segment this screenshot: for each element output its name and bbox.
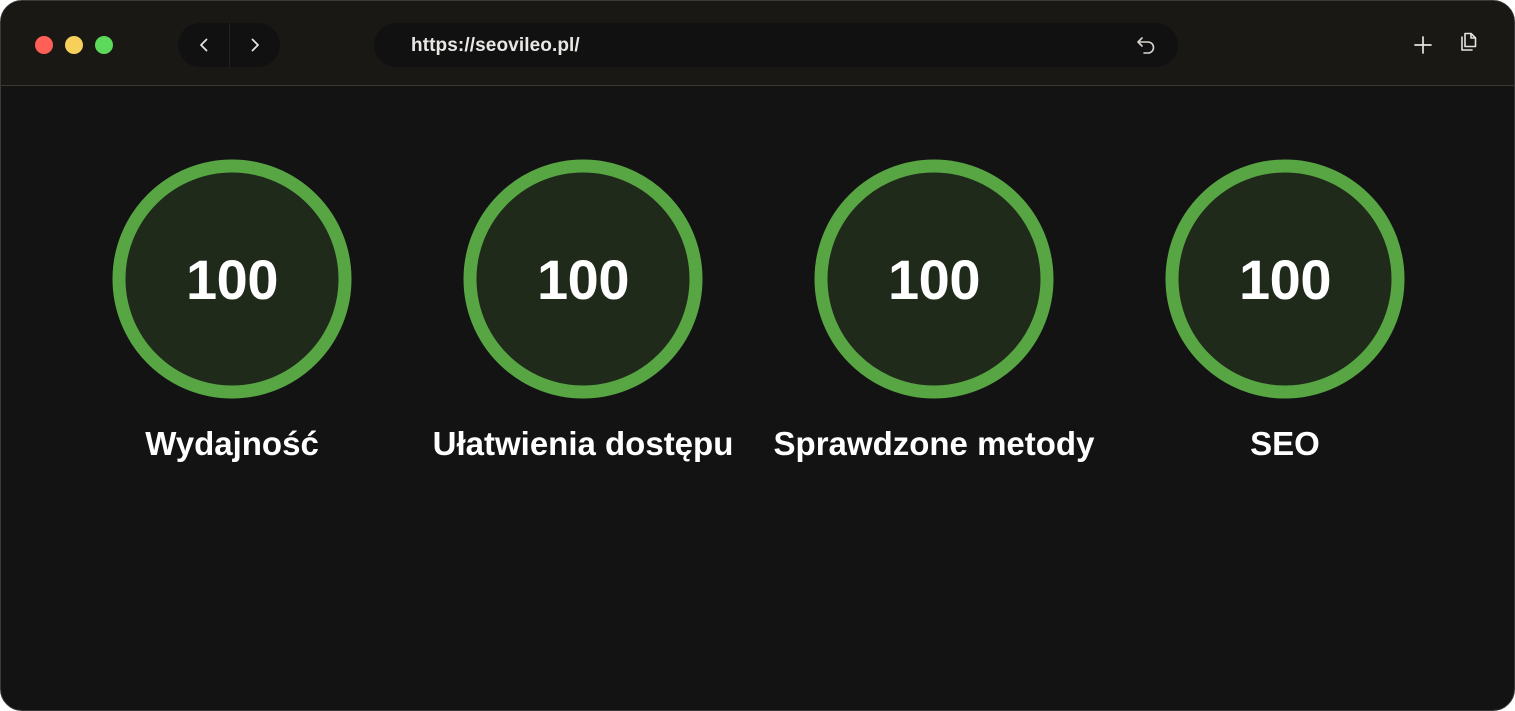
- accessibility-label: Ułatwienia dostępu: [432, 425, 734, 462]
- reload-button[interactable]: [1134, 33, 1158, 57]
- minimize-window-button[interactable]: [65, 36, 83, 54]
- tab-overview-button[interactable]: [1457, 30, 1481, 54]
- browser-window: https://seovileo.pl/ 100 Wydajność 100 U…: [0, 0, 1515, 711]
- back-button[interactable]: [178, 23, 229, 67]
- new-tab-button[interactable]: [1411, 33, 1435, 57]
- seo-gauge: 100: [1165, 159, 1405, 399]
- navigation-controls: [178, 23, 280, 67]
- maximize-window-button[interactable]: [95, 36, 113, 54]
- browser-toolbar: https://seovileo.pl/: [1, 1, 1514, 86]
- best-practices-gauge: 100: [814, 159, 1054, 399]
- address-bar[interactable]: https://seovileo.pl/: [374, 23, 1178, 67]
- performance-label: Wydajność: [145, 425, 319, 462]
- best-practices-label: Sprawdzone metody: [773, 425, 1095, 462]
- accessibility-gauge: 100: [463, 159, 703, 399]
- performance-gauge: 100: [112, 159, 352, 399]
- close-window-button[interactable]: [35, 36, 53, 54]
- forward-button[interactable]: [229, 23, 280, 67]
- chevron-left-icon: [199, 38, 207, 52]
- seo-label: SEO: [1250, 425, 1320, 462]
- performance-score: 100: [186, 247, 278, 311]
- accessibility-score: 100: [537, 247, 629, 311]
- plus-icon: [1414, 36, 1432, 54]
- copy-icon: [1461, 32, 1477, 51]
- reload-icon: [1137, 37, 1155, 54]
- lighthouse-scores: 100 Wydajność 100 Ułatwienia dostępu 100…: [1, 87, 1514, 710]
- chevron-right-icon: [251, 38, 259, 52]
- seo-score: 100: [1239, 247, 1331, 311]
- best-practices-score: 100: [888, 247, 980, 311]
- url-text[interactable]: https://seovileo.pl/: [411, 35, 580, 57]
